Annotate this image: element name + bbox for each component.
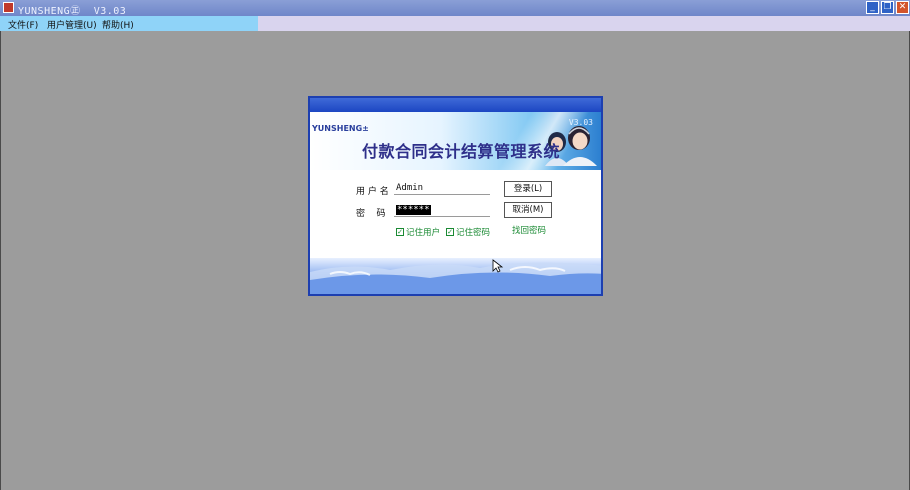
workspace-border-left (0, 31, 1, 490)
dialog-bottom-scene (310, 258, 601, 294)
checkbox-checked-icon: ✓ (446, 228, 454, 236)
app-titlebar: YUNSHENG㊣ V3.03 _ ❐ ✕ (0, 0, 910, 17)
password-input[interactable]: ****** (394, 204, 490, 217)
minimize-button[interactable]: _ (866, 1, 879, 14)
checkbox-checked-icon: ✓ (396, 228, 404, 236)
password-mask: ****** (396, 205, 431, 215)
cloud-landscape-image (310, 262, 601, 294)
system-title: 付款合同会计结算管理系统 (362, 142, 561, 161)
close-button[interactable]: ✕ (896, 1, 909, 14)
menubar: 文件(F) 用户管理(U) 帮助(H) (0, 16, 910, 31)
username-input[interactable]: Admin (394, 182, 490, 195)
mouse-cursor-icon (492, 259, 504, 273)
remember-password-checkbox[interactable]: ✓ 记住密码 (446, 226, 490, 238)
login-dialog: YUNSHENG± V3.03 付款合同会计结算管理系统 用 户 名 Admin… (308, 96, 603, 296)
version-label: V3.03 (568, 118, 593, 127)
find-password-link[interactable]: 找回密码 (512, 224, 546, 236)
login-button[interactable]: 登录(L) (504, 181, 552, 197)
window-title: YUNSHENG㊣ V3.03 (18, 6, 127, 17)
menu-file[interactable]: 文件(F) (8, 18, 38, 31)
remember-user-checkbox[interactable]: ✓ 记住用户 (396, 226, 440, 238)
password-label: 密 码 (356, 209, 386, 219)
brand-logo: YUNSHENG± (312, 124, 369, 133)
app-icon (3, 2, 14, 13)
restore-button[interactable]: ❐ (881, 1, 894, 14)
remember-user-label: 记住用户 (406, 228, 441, 238)
login-banner: YUNSHENG± V3.03 付款合同会计结算管理系统 (310, 112, 601, 170)
menu-help[interactable]: 帮助(H) (102, 18, 134, 31)
remember-password-label: 记住密码 (456, 228, 491, 238)
menu-user-management[interactable]: 用户管理(U) (47, 18, 97, 31)
cancel-button[interactable]: 取消(M) (504, 202, 552, 218)
dialog-titlebar (310, 98, 601, 112)
username-label: 用 户 名 (356, 187, 389, 197)
